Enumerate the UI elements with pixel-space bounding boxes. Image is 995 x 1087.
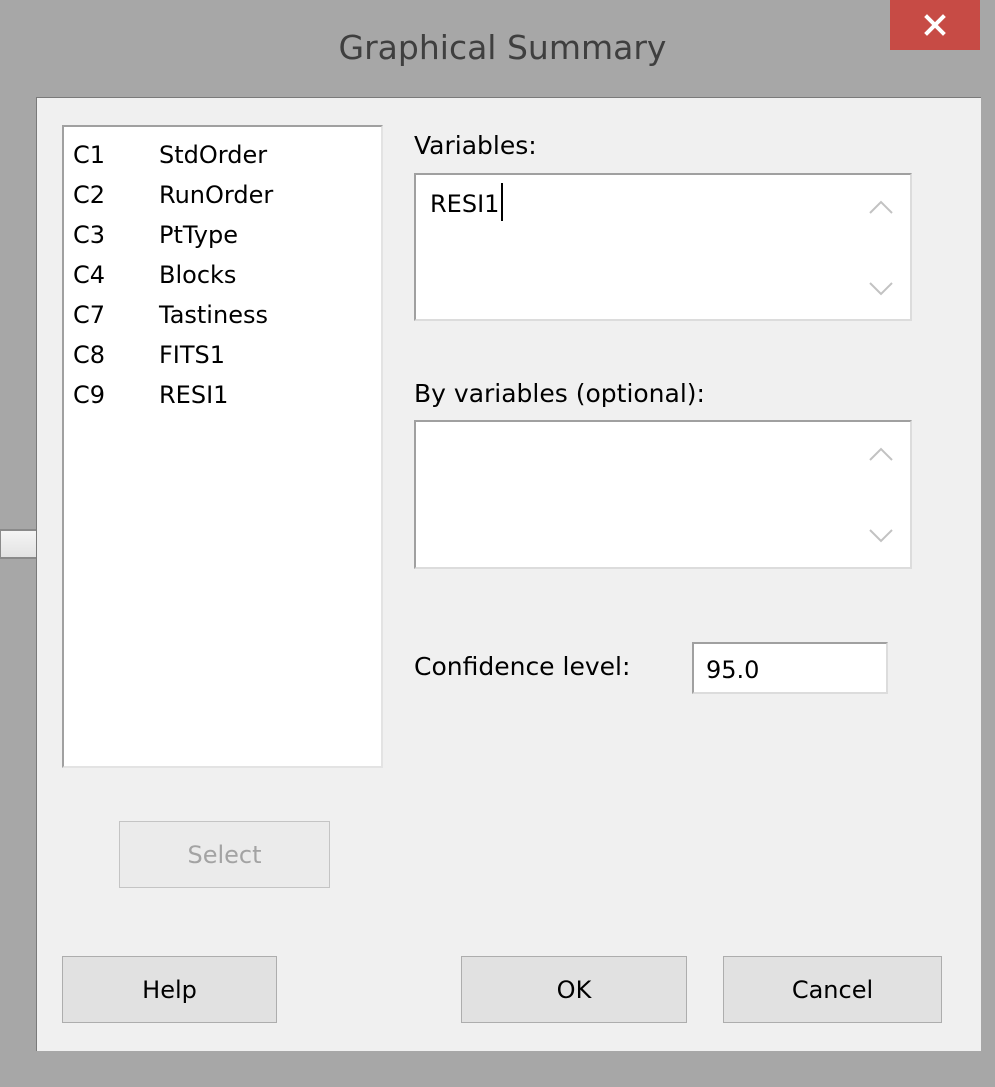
column-name: RESI1 (159, 381, 229, 409)
column-name: StdOrder (159, 141, 268, 169)
variables-label: Variables: (414, 131, 537, 160)
column-name: FITS1 (159, 341, 226, 369)
dialog-client-area: C1 StdOrder C2 RunOrder C3 PtType C4 Blocks C7 Ta… (36, 97, 981, 1051)
variable-list[interactable]: C1 StdOrder C2 RunOrder C3 PtType C4 Blocks C7 Ta… (62, 125, 383, 768)
column-id: C3 (73, 221, 106, 249)
confidence-level-input[interactable]: 95.0 (692, 642, 888, 694)
title-bar[interactable]: Graphical Summary (0, 0, 995, 96)
variables-input[interactable]: RESI1 (414, 173, 912, 321)
column-name: PtType (159, 221, 239, 249)
close-button[interactable] (890, 0, 980, 50)
list-item[interactable]: C9 RESI1 (64, 375, 381, 415)
by-variables-label: By variables (optional): (414, 379, 705, 408)
cancel-button[interactable]: Cancel (723, 956, 942, 1023)
text-caret (501, 183, 504, 221)
list-item[interactable]: C8 FITS1 (64, 335, 381, 375)
list-item[interactable]: C2 RunOrder (64, 175, 381, 215)
list-item[interactable]: C1 StdOrder (64, 135, 381, 175)
column-name: Blocks (159, 261, 237, 289)
dialog-window: Graphical Summary C1 StdOrder C2 RunOrder C3… (0, 0, 995, 1087)
list-item[interactable]: C7 Tastiness (64, 295, 381, 335)
list-item[interactable]: C4 Blocks (64, 255, 381, 295)
list-item[interactable]: C3 PtType (64, 215, 381, 255)
scroll-down-icon[interactable] (866, 526, 896, 546)
variables-value: RESI1 (430, 190, 500, 218)
column-name: RunOrder (159, 181, 274, 209)
column-name: Tastiness (159, 301, 268, 329)
column-id: C4 (73, 261, 106, 289)
scroll-down-icon[interactable] (866, 279, 896, 299)
scroll-up-icon[interactable] (866, 197, 896, 217)
help-button[interactable]: Help (62, 956, 277, 1023)
column-id: C2 (73, 181, 106, 209)
by-variables-input[interactable] (414, 420, 912, 569)
scroll-up-icon[interactable] (866, 444, 896, 464)
column-id: C7 (73, 301, 106, 329)
ok-button[interactable]: OK (461, 956, 687, 1023)
confidence-level-label: Confidence level: (414, 652, 631, 681)
column-id: C1 (73, 141, 106, 169)
close-icon (924, 14, 946, 36)
column-id: C8 (73, 341, 106, 369)
dialog-title: Graphical Summary (338, 28, 667, 67)
column-id: C9 (73, 381, 106, 409)
select-button[interactable]: Select (119, 821, 330, 888)
